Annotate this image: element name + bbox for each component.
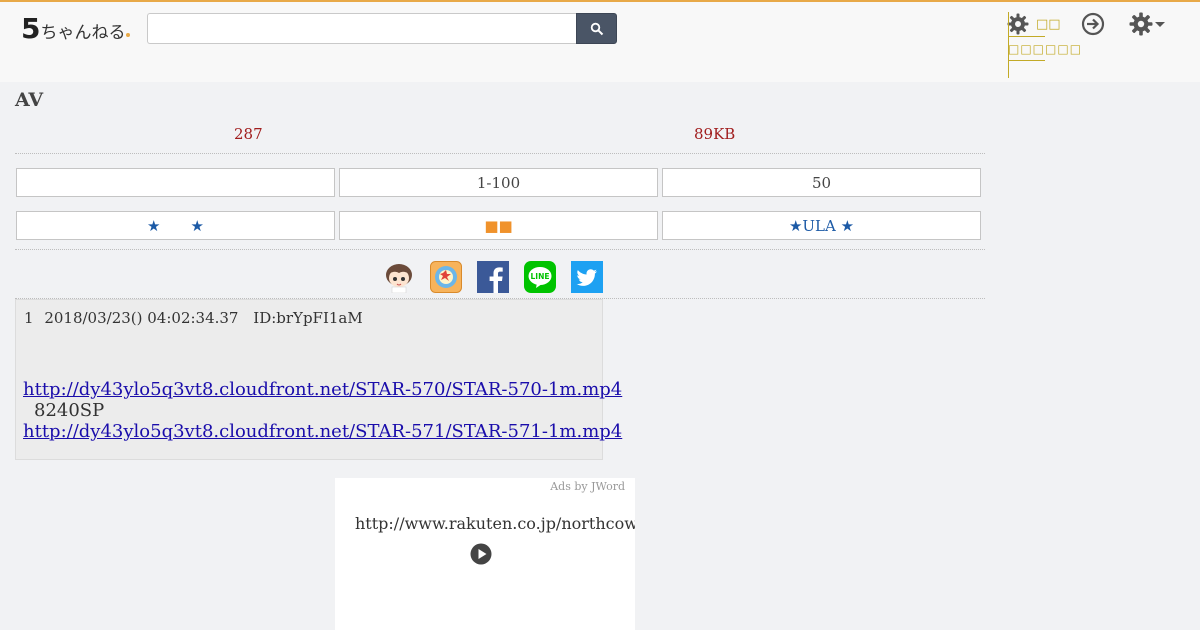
app-icon[interactable]: [430, 261, 462, 293]
nav-latest-button[interactable]: 50: [662, 168, 981, 197]
logo-text: ちゃんねる: [40, 23, 126, 43]
post-date: 2018/03/23() 04:02:34.37: [44, 309, 239, 327]
divider: [15, 153, 985, 154]
line-icon[interactable]: LINE: [524, 261, 556, 293]
logo-dot: [126, 33, 131, 37]
logo-number: 5: [21, 12, 41, 45]
login-icon[interactable]: [1080, 11, 1106, 37]
search-icon: [590, 22, 603, 35]
ad-panel[interactable]: Ads by JWord http://www.rakuten.co.jp/no…: [335, 478, 635, 630]
nav-all-button[interactable]: [16, 168, 335, 197]
post-id[interactable]: ID:brYpFI1aM: [253, 309, 362, 327]
settings-gear-icon[interactable]: [1128, 11, 1168, 37]
menu-label-bottom[interactable]: □□□□□□: [1008, 42, 1082, 56]
play-icon[interactable]: [470, 543, 492, 565]
post-link-1[interactable]: http://dy43ylo5q3vt8.cloudfront.net/STAR…: [23, 379, 622, 400]
post-item: 1 2018/03/23() 04:02:34.37 ID:brYpFI1aM …: [15, 299, 622, 460]
nav-range-button[interactable]: 1-100: [339, 168, 658, 197]
nav-link-3[interactable]: ★ULA ★: [662, 211, 981, 240]
post-link-2[interactable]: http://dy43ylo5q3vt8.cloudfront.net/STAR…: [23, 421, 622, 442]
menu-line: [1009, 60, 1045, 61]
svg-text:LINE: LINE: [531, 272, 550, 281]
menu-line: [1009, 36, 1045, 37]
site-header: 5 ちゃんねる □□ □□□□□□: [0, 0, 1200, 82]
thread-size: 89KB: [694, 125, 736, 143]
post-number[interactable]: 1: [24, 309, 34, 327]
nav-link-2[interactable]: ■■: [339, 211, 658, 240]
ad-label[interactable]: Ads by JWord: [550, 480, 625, 493]
mascot-icon[interactable]: [383, 261, 415, 293]
post-text: 8240SP: [34, 400, 105, 421]
thread-title: AV: [15, 89, 44, 111]
site-logo[interactable]: 5 ちゃんねる: [21, 11, 131, 45]
ad-url[interactable]: http://www.rakuten.co.jp/northcow: [355, 514, 635, 533]
search-button[interactable]: [576, 13, 617, 44]
divider: [15, 249, 985, 250]
facebook-icon[interactable]: [477, 261, 509, 293]
twitter-icon[interactable]: [571, 261, 603, 293]
nav-link-1[interactable]: ★ ★: [16, 211, 335, 240]
search-input[interactable]: [147, 13, 577, 44]
menu-label-top[interactable]: □□: [1036, 17, 1061, 32]
post-header: 1 2018/03/23() 04:02:34.37 ID:brYpFI1aM: [24, 309, 363, 327]
res-count: 287: [234, 125, 263, 143]
